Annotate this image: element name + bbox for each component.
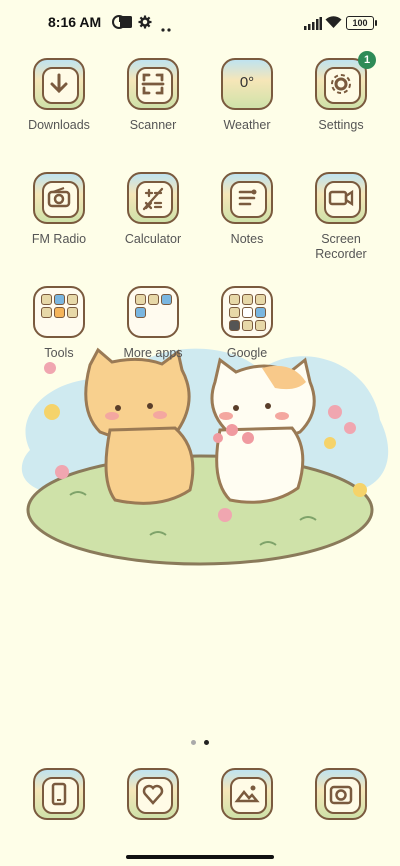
page-dot[interactable] <box>191 740 196 745</box>
folder-icon <box>33 286 85 338</box>
messages-icon <box>127 768 179 820</box>
folder-label: Google <box>226 346 268 360</box>
phone-icon <box>33 768 85 820</box>
app-weather[interactable]: 0° Weather <box>202 58 292 133</box>
signal-icon <box>304 15 322 34</box>
app-label: FM Radio <box>31 232 87 246</box>
weather-icon: 0° <box>221 58 273 110</box>
wifi-icon <box>325 14 342 33</box>
gallery-icon <box>221 768 273 820</box>
folder-icon <box>221 286 273 338</box>
radio-icon <box>33 172 85 224</box>
app-label: Notes <box>230 232 264 246</box>
app-label: Scanner <box>129 118 177 132</box>
app-calculator[interactable]: Calculator <box>108 172 198 247</box>
screen-recorder-icon <box>315 172 367 224</box>
folder-label: More apps <box>123 346 183 360</box>
app-label: Settings <box>318 118 364 132</box>
dock-gallery[interactable] <box>202 768 292 820</box>
folder-more-apps[interactable]: More apps <box>108 286 198 361</box>
status-bar: 8:16 AM 100 <box>0 0 400 44</box>
app-label: Screen Recorder <box>315 232 367 261</box>
app-scanner[interactable]: Scanner <box>108 58 198 133</box>
scanner-icon <box>127 58 179 110</box>
folder-google[interactable]: Google <box>202 286 292 361</box>
folder-icon <box>127 286 179 338</box>
folder-label: Tools <box>44 346 74 360</box>
folder-tools[interactable]: Tools <box>14 286 104 361</box>
app-label: Calculator <box>124 232 182 246</box>
page-dot-active[interactable] <box>204 740 209 745</box>
weather-value: 0° <box>239 74 255 91</box>
notes-icon <box>221 172 273 224</box>
app-settings[interactable]: Settings <box>296 58 386 133</box>
notification-badge: 1 <box>358 51 376 69</box>
app-fm-radio[interactable]: FM Radio <box>14 172 104 247</box>
dock-phone[interactable] <box>14 768 104 820</box>
calculator-icon <box>127 172 179 224</box>
page-indicator <box>0 730 400 749</box>
app-label: Weather <box>223 118 271 132</box>
dock-messages[interactable] <box>108 768 198 820</box>
app-screen-recorder[interactable]: Screen Recorder <box>296 172 386 262</box>
app-label: Downloads <box>28 118 90 132</box>
app-downloads[interactable]: Downloads <box>14 58 104 133</box>
camera-icon <box>315 768 367 820</box>
battery-icon: 100 <box>346 16 377 30</box>
home-indicator[interactable] <box>126 855 274 859</box>
app-notes[interactable]: Notes <box>202 172 292 247</box>
status-time: 8:16 AM <box>48 14 102 30</box>
download-icon <box>33 58 85 110</box>
stop-icon <box>119 14 133 33</box>
more-icon <box>160 18 172 37</box>
dock-camera[interactable] <box>296 768 386 820</box>
gear-icon <box>138 14 152 33</box>
